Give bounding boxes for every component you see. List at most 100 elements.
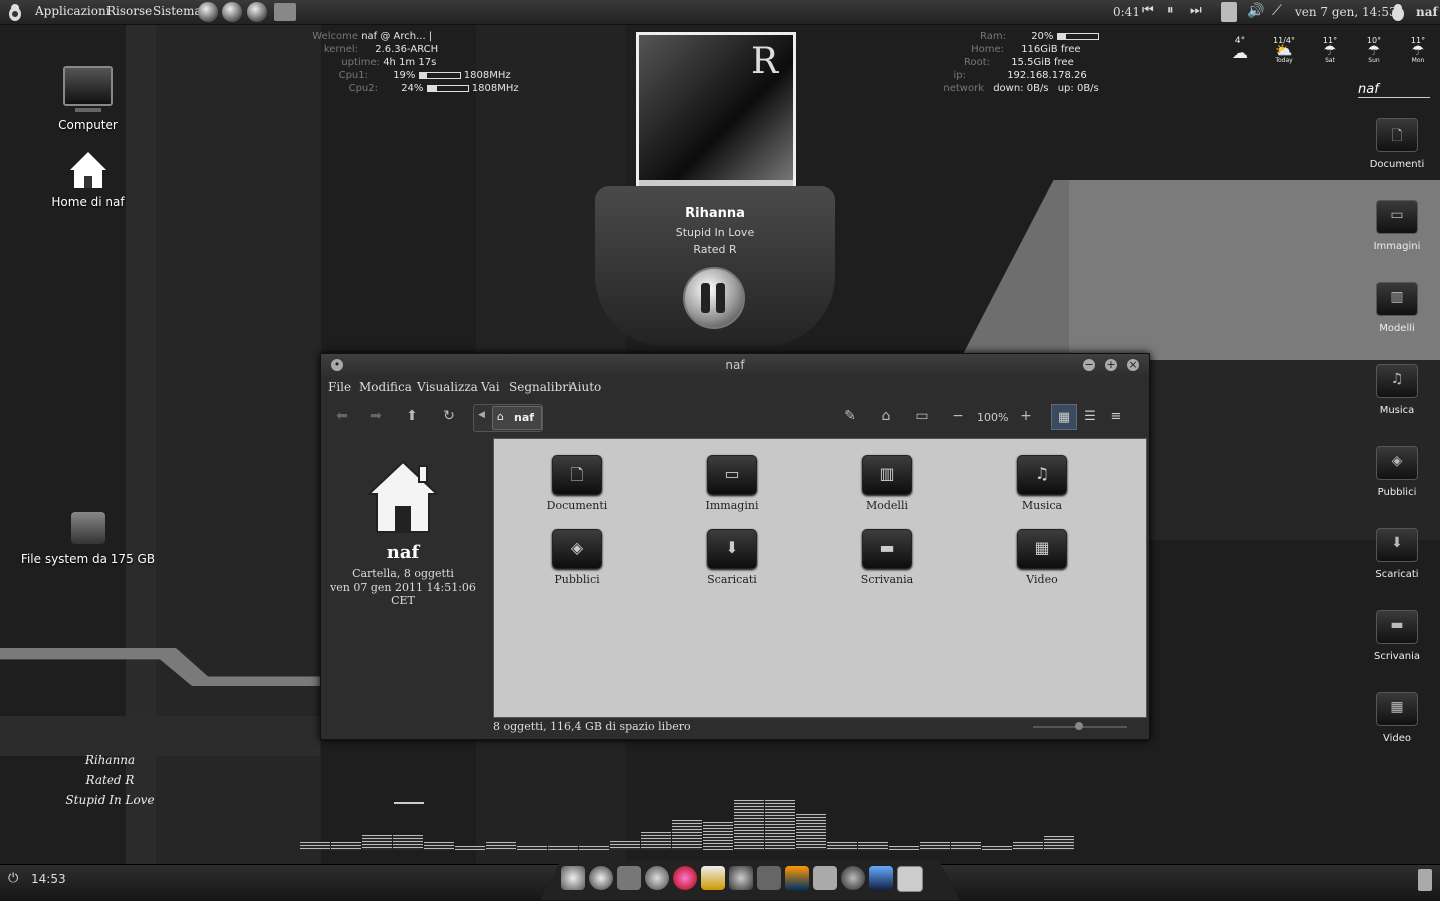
menu-aiuto[interactable]: Aiuto <box>569 380 601 394</box>
user-name[interactable]: naf <box>1416 5 1438 19</box>
firefox-icon[interactable] <box>247 2 267 22</box>
equalizer-bar <box>362 835 392 850</box>
minimize-button[interactable]: − <box>1083 359 1095 371</box>
virtualbox-icon[interactable] <box>869 866 893 890</box>
gedit-icon[interactable] <box>813 866 837 890</box>
speaker-icon[interactable] <box>1221 2 1237 22</box>
file-manager-icon[interactable] <box>897 866 923 892</box>
folder-pubblici[interactable]: ◈ Pubblici <box>522 529 632 586</box>
computer-button[interactable]: ▭ <box>911 408 933 428</box>
menu-risorse[interactable]: Risorse <box>107 4 152 18</box>
mail-icon[interactable] <box>274 3 296 21</box>
toolbar: ⬅ ➡ ⬆ ↻ ◀ ⌂ naf ✎ ⌂ ▭ − 100% + ▦ ☰ ≡ <box>321 400 1149 436</box>
folder-video[interactable]: ▦ Video <box>987 529 1097 586</box>
zoom-in-button[interactable]: + <box>1015 408 1037 428</box>
compact-view-button[interactable]: ≡ <box>1103 404 1129 430</box>
trash-icon[interactable] <box>1418 869 1432 891</box>
pause-icon-bar <box>716 283 725 313</box>
zoom-out-button[interactable]: − <box>947 408 969 428</box>
menu-applicazioni[interactable]: Applicazioni <box>35 4 110 18</box>
user-avatar[interactable] <box>1390 3 1406 21</box>
firefox-icon[interactable] <box>589 866 613 890</box>
launcher-immagini[interactable]: ▭ Immagini <box>1357 200 1437 252</box>
desktop-icon-home[interactable]: Home di naf <box>38 150 138 209</box>
gimp-icon[interactable] <box>701 866 725 890</box>
launcher-label: Pubblici <box>1377 487 1417 498</box>
menu-file[interactable]: File <box>328 380 351 394</box>
previous-track-icon[interactable]: ⏮ <box>1142 3 1154 18</box>
launcher-video[interactable]: ▦ Video <box>1357 692 1437 744</box>
media-player-icon[interactable] <box>673 866 697 890</box>
equalizer-bar <box>393 835 423 850</box>
back-button[interactable]: ⬅ <box>331 408 353 428</box>
menu-sistema[interactable]: Sistema <box>153 4 202 18</box>
next-track-icon[interactable]: ⏭ <box>1190 3 1202 18</box>
lyrics-widget: Rihanna Rated R Stupid In Love <box>60 750 160 810</box>
pictures-folder-icon: ▭ <box>707 455 757 495</box>
folder-name: naf <box>386 542 420 563</box>
music-folder-icon: ♫ <box>1376 364 1418 398</box>
conky-label: Home: <box>971 44 1004 55</box>
close-button[interactable]: × <box>1127 359 1139 371</box>
network-icon[interactable]: ⟋ <box>1272 3 1282 19</box>
music-folder-icon: ♫ <box>1017 455 1067 495</box>
cloud-icon: ☁ <box>1232 43 1248 62</box>
settings-icon[interactable] <box>841 866 865 890</box>
menu-modifica[interactable]: Modifica <box>359 380 412 394</box>
launcher-scrivania[interactable]: ▬ Scrivania <box>1357 610 1437 662</box>
image-viewer-icon[interactable] <box>785 866 809 890</box>
menu-segnalibri[interactable]: Segnalibri <box>509 380 572 394</box>
volume-icon[interactable]: 🔊 <box>1247 3 1264 19</box>
menu-vai[interactable]: Vai <box>481 380 500 394</box>
folder-documenti[interactable]: 🗋 Documenti <box>522 455 632 512</box>
conky-value: 19% <box>393 70 416 81</box>
launcher-icon[interactable] <box>222 2 242 22</box>
launcher-modelli[interactable]: ▥ Modelli <box>1357 282 1437 334</box>
launcher-scaricati[interactable]: ⬇ Scaricati <box>1357 528 1437 580</box>
path-scroll-left-icon[interactable]: ◀ <box>478 410 485 420</box>
pause-icon[interactable]: ⏸ <box>1167 3 1174 18</box>
folder-musica[interactable]: ♫ Musica <box>987 455 1097 512</box>
menu-visualizza[interactable]: Visualizza <box>417 380 478 394</box>
arch-icon[interactable] <box>561 866 585 890</box>
downloads-folder-icon: ⬇ <box>1376 528 1418 562</box>
launcher-pubblici[interactable]: ◈ Pubblici <box>1357 446 1437 498</box>
launcher-documenti[interactable]: 🗋 Documenti <box>1357 118 1437 170</box>
edit-location-icon[interactable]: ✎ <box>839 408 861 428</box>
desktop-icon-computer[interactable]: Computer <box>48 66 128 132</box>
reload-button[interactable]: ↻ <box>438 408 460 428</box>
folder-label: Musica <box>1021 499 1063 512</box>
home-button[interactable]: ⌂ <box>875 408 897 428</box>
info-sidepane: naf Cartella, 8 oggetti ven 07 gen 2011 … <box>321 436 491 734</box>
arch-menu-icon[interactable] <box>6 2 24 22</box>
forward-button[interactable]: ➡ <box>365 408 387 428</box>
conky-system-monitor: Welcome naf @ Arch... | kernel: 2.6.36-A… <box>300 30 540 95</box>
filezilla-icon[interactable] <box>757 866 781 890</box>
location-bar: ◀ ⌂ naf <box>473 404 543 432</box>
maximize-button[interactable]: + <box>1105 359 1117 371</box>
datetime[interactable]: ven 7 gen, 14:53 <box>1295 5 1397 19</box>
statusbar: 8 oggetti, 116,4 GB di spazio libero <box>493 716 1147 738</box>
folder-scrivania[interactable]: ▬ Scrivania <box>832 529 942 586</box>
mail-icon[interactable] <box>617 866 641 890</box>
app-icon[interactable] <box>729 866 753 890</box>
folder-modelli[interactable]: ▥ Modelli <box>832 455 942 512</box>
path-button-home[interactable]: ⌂ naf <box>492 406 542 430</box>
file-view[interactable]: 🗋 Documenti ▭ Immagini ▥ Modelli ♫ Music… <box>493 438 1147 718</box>
folder-scaricati[interactable]: ⬇ Scaricati <box>677 529 787 586</box>
weather-day-label: Sun <box>1368 57 1380 64</box>
zoom-slider-handle[interactable] <box>1075 722 1083 730</box>
launcher-icon[interactable] <box>198 2 218 22</box>
window-titlebar[interactable]: • naf − + × <box>321 354 1149 378</box>
desktop-icon-filesystem[interactable]: File system da 175 GB <box>14 512 162 566</box>
up-button[interactable]: ⬆ <box>401 408 423 428</box>
pidgin-icon[interactable] <box>645 866 669 890</box>
list-view-button[interactable]: ☰ <box>1077 404 1103 430</box>
power-icon[interactable]: ⏻ <box>8 871 18 886</box>
launcher-musica[interactable]: ♫ Musica <box>1357 364 1437 416</box>
equalizer-bar <box>920 842 950 850</box>
folder-immagini[interactable]: ▭ Immagini <box>677 455 787 512</box>
icon-view-button[interactable]: ▦ <box>1051 404 1077 430</box>
player-pause-button[interactable] <box>683 267 745 329</box>
equalizer-bar <box>1013 842 1043 850</box>
